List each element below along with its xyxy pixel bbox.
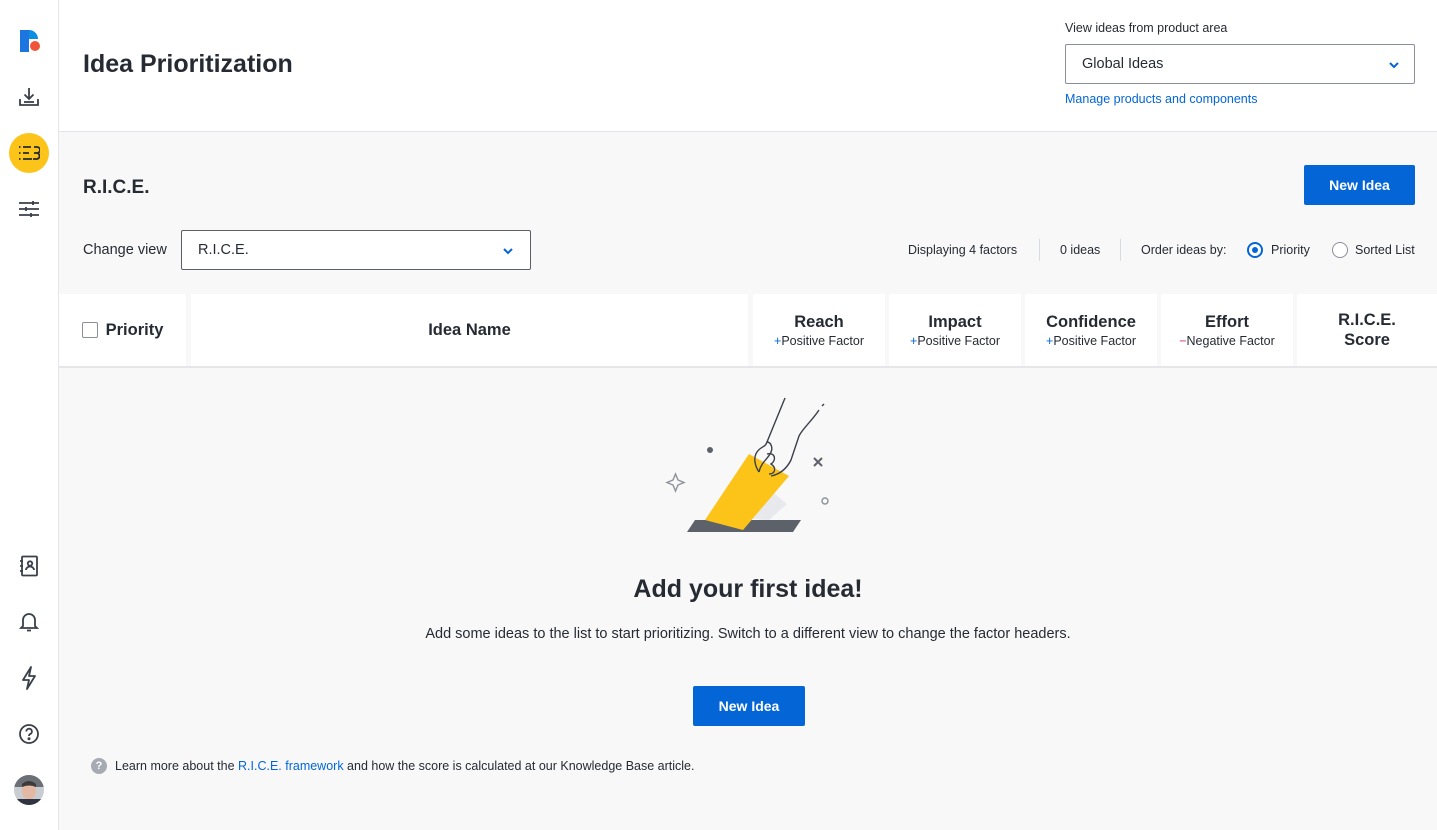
- factor-type: Positive Factor: [781, 334, 864, 348]
- change-view-value: R.I.C.E.: [198, 242, 249, 258]
- bell-icon[interactable]: [9, 602, 49, 642]
- factor-type: Negative Factor: [1186, 334, 1275, 348]
- knowledge-base-note: ? Learn more about the R.I.C.E. framewor…: [91, 758, 694, 774]
- order-priority-label[interactable]: Priority: [1271, 243, 1310, 257]
- col-priority[interactable]: Priority: [59, 294, 186, 366]
- col-reach[interactable]: Reach +Positive Factor: [753, 294, 885, 366]
- manage-products-link[interactable]: Manage products and components: [1065, 92, 1258, 106]
- col-effort-label: Effort: [1205, 313, 1249, 331]
- negative-sign: −: [1179, 334, 1187, 348]
- new-idea-button-empty[interactable]: New Idea: [693, 686, 805, 726]
- inbox-download-icon[interactable]: [9, 77, 49, 117]
- col-confidence-label: Confidence: [1046, 313, 1136, 331]
- idea-count: 0 ideas: [1060, 243, 1101, 257]
- empty-state-illustration: [659, 394, 839, 541]
- order-sorted-radio[interactable]: [1332, 242, 1348, 258]
- kb-suffix: and how the score is calculated at our K…: [343, 759, 695, 773]
- help-icon[interactable]: [9, 714, 49, 754]
- empty-state-description: Add some ideas to the list to start prio…: [425, 626, 1071, 642]
- sidebar: [0, 0, 59, 830]
- col-effort[interactable]: Effort −Negative Factor: [1161, 294, 1293, 366]
- factor-type: Positive Factor: [917, 334, 1000, 348]
- empty-state-title: Add your first idea!: [633, 575, 863, 603]
- col-idea-name[interactable]: Idea Name: [191, 294, 748, 366]
- col-idea-name-label: Idea Name: [428, 321, 511, 339]
- order-sorted-label[interactable]: Sorted List: [1355, 243, 1415, 257]
- factor-type: Positive Factor: [1053, 334, 1136, 348]
- help-icon: ?: [91, 758, 107, 774]
- col-impact[interactable]: Impact +Positive Factor: [889, 294, 1021, 366]
- order-label: Order ideas by:: [1141, 243, 1227, 257]
- col-rice-score[interactable]: R.I.C.E. Score: [1297, 294, 1437, 366]
- product-area-label: View ideas from product area: [1065, 21, 1228, 35]
- logo-icon[interactable]: [9, 20, 49, 60]
- table-header: Priority Idea Name Reach +Positive Facto…: [59, 294, 1437, 368]
- change-view-label: Change view: [83, 242, 167, 258]
- col-reach-label: Reach: [794, 313, 844, 331]
- sliders-icon[interactable]: [9, 189, 49, 229]
- rice-framework-link[interactable]: R.I.C.E. framework: [238, 759, 344, 773]
- avatar[interactable]: [9, 770, 49, 810]
- col-impact-label: Impact: [928, 313, 982, 331]
- col-score-label-line2: Score: [1344, 331, 1390, 349]
- factor-count: Displaying 4 factors: [908, 243, 1018, 257]
- col-score-label-line1: R.I.C.E.: [1338, 311, 1396, 329]
- contacts-book-icon[interactable]: [9, 546, 49, 586]
- col-reach-factor: +Positive Factor: [774, 334, 864, 348]
- divider: [1039, 239, 1040, 261]
- col-priority-label: Priority: [105, 321, 164, 339]
- col-impact-factor: +Positive Factor: [910, 334, 1000, 348]
- change-view-select[interactable]: R.I.C.E.: [181, 230, 531, 270]
- divider: [1120, 239, 1121, 261]
- new-idea-button[interactable]: New Idea: [1304, 165, 1415, 205]
- product-area-value: Global Ideas: [1082, 56, 1164, 72]
- page-header: Idea Prioritization View ideas from prod…: [59, 0, 1437, 132]
- page-title: Idea Prioritization: [83, 50, 293, 78]
- col-effort-factor: −Negative Factor: [1179, 334, 1275, 348]
- main-content: R.I.C.E. New Idea Change view R.I.C.E. D…: [59, 132, 1437, 830]
- kb-prefix: Learn more about the: [115, 759, 238, 773]
- order-priority-radio[interactable]: [1247, 242, 1263, 258]
- col-confidence-factor: +Positive Factor: [1046, 334, 1136, 348]
- prioritization-list-icon[interactable]: [9, 133, 49, 173]
- chevron-down-icon: [502, 244, 514, 262]
- col-confidence[interactable]: Confidence +Positive Factor: [1025, 294, 1157, 366]
- lightning-icon[interactable]: [9, 658, 49, 698]
- chevron-down-icon: [1388, 58, 1400, 76]
- select-all-checkbox[interactable]: [81, 322, 98, 338]
- product-area-select[interactable]: Global Ideas: [1065, 44, 1415, 84]
- section-title: R.I.C.E.: [83, 177, 150, 198]
